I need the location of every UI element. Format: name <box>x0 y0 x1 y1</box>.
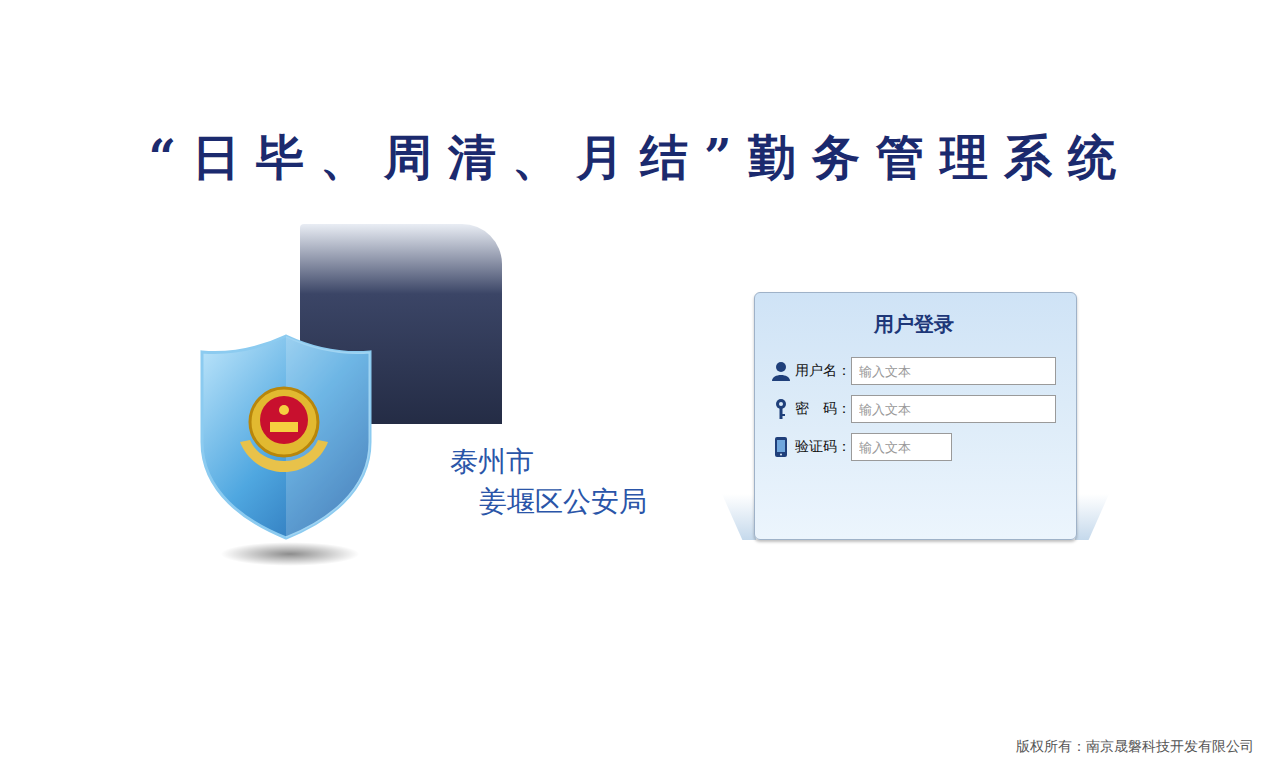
main-area: 泰州市姜堰区公安局 用户登录用户名： 密 码： 验证码： <box>0 224 1280 579</box>
login-heading: 用户登录 <box>771 311 1056 339</box>
password-input[interactable] <box>851 395 1056 423</box>
captcha-input[interactable] <box>851 433 952 461</box>
panel-wing <box>1075 494 1109 540</box>
login-field-row: 密 码： <box>771 395 1056 423</box>
field-label: 验证码： <box>795 438 851 456</box>
copyright-footer: 版权所有：南京晟磐科技开发有限公司 <box>1016 738 1254 756</box>
field-label: 密 码： <box>795 400 851 418</box>
login-field-row: 用户名： <box>771 357 1056 385</box>
hero-banner: 泰州市姜堰区公安局 <box>190 224 690 579</box>
phone-icon <box>771 436 791 458</box>
login-area: 用户登录用户名： 密 码： 验证码： <box>754 292 1077 540</box>
field-label: 用户名： <box>795 362 851 380</box>
shield-shadow <box>220 542 360 566</box>
agency-name: 泰州市姜堰区公安局 <box>450 442 647 522</box>
police-badge-icon <box>196 332 376 542</box>
user-input[interactable] <box>851 357 1056 385</box>
login-field-row: 验证码： <box>771 433 1056 461</box>
login-panel: 用户登录用户名： 密 码： 验证码： <box>754 292 1077 540</box>
bureau-name: 姜堰区公安局 <box>450 482 647 522</box>
panel-wing <box>722 494 756 540</box>
city-name: 泰州市 <box>450 442 647 482</box>
key-icon <box>771 398 791 420</box>
page-title: “日毕、周清、月结”勤务管理系统 <box>0 124 1280 190</box>
user-icon <box>771 360 791 382</box>
